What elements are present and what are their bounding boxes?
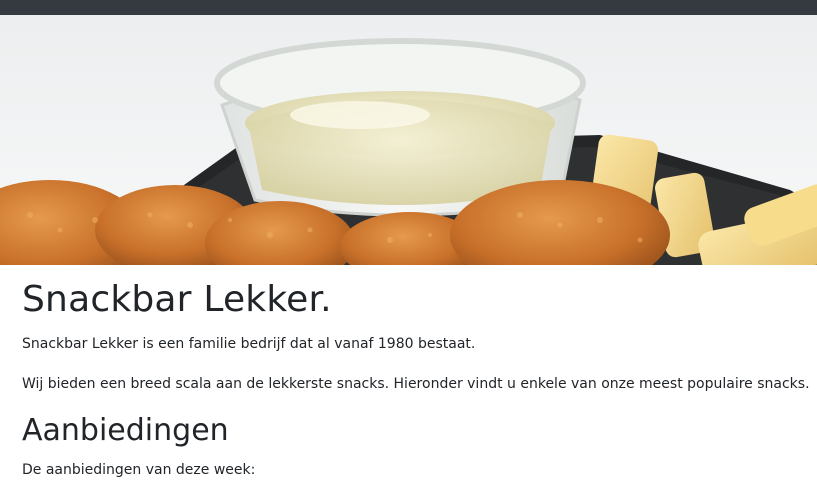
intro-text: Snackbar Lekker is een familie bedrijf d… — [22, 336, 476, 352]
hero-image — [0, 15, 817, 265]
offers-heading: Aanbiedingen — [22, 413, 229, 448]
main-content: Snackbar Lekker. Snackbar Lekker is een … — [22, 270, 812, 498]
offers-subtitle: De aanbiedingen van deze week: — [22, 462, 256, 478]
page-title: Snackbar Lekker. — [22, 279, 332, 320]
top-navbar — [0, 0, 817, 15]
snack-image-icon — [0, 15, 817, 265]
description-text: Wij bieden een breed scala aan de lekker… — [22, 376, 810, 392]
